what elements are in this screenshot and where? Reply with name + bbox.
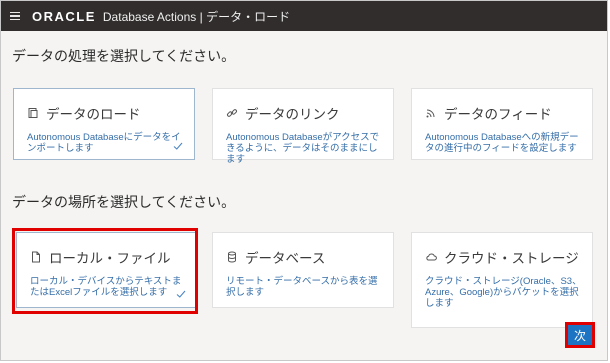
feed-icon: [425, 107, 437, 119]
card-description: Autonomous Databaseにデータをインポートします: [27, 132, 181, 154]
card-cloud-storage[interactable]: クラウド・ストレージ クラウド・ストレージ(Oracle、S3、Azure、Go…: [411, 232, 593, 328]
card-description: クラウド・ストレージ(Oracle、S3、Azure、Google)からバケット…: [425, 276, 582, 309]
card-data-link[interactable]: データのリンク Autonomous Databaseがアクセスできるように、デ…: [212, 88, 394, 165]
section-heading-location: データの場所を選択してください。: [12, 194, 236, 210]
check-icon: [173, 142, 183, 150]
app-title: Database Actions | データ・ロード: [102, 9, 291, 24]
top-bar: ORACLE Database Actions | データ・ロード: [1, 1, 607, 31]
card-description: Autonomous Databaseへの新規データの進行中のフィードを設定しま…: [425, 132, 579, 154]
card-data-feed[interactable]: データのフィード Autonomous Databaseへの新規データの進行中の…: [411, 88, 593, 160]
highlight-box: [12, 228, 198, 314]
database-icon: [226, 251, 238, 263]
card-description: リモート・データベースから表を選択します: [226, 276, 378, 298]
card-title: データのロード: [46, 107, 141, 122]
oracle-logo: ORACLE: [32, 8, 96, 24]
card-title: クラウド・ストレージ: [444, 251, 579, 266]
section-heading-process: データの処理を選択してください。: [12, 48, 236, 64]
card-description: Autonomous Databaseがアクセスできるように、データはそのままに…: [226, 132, 380, 165]
cloud-icon: [425, 251, 437, 263]
card-data-load[interactable]: データのロード Autonomous Databaseにデータをインポートします: [13, 88, 195, 160]
card-title: データのフィード: [444, 107, 552, 122]
link-icon: [226, 107, 238, 119]
next-button[interactable]: 次: [568, 325, 592, 345]
card-database[interactable]: データベース リモート・データベースから表を選択します: [212, 232, 394, 308]
main-content: データの処理を選択してください。 データのロード Autonomous Data…: [1, 31, 607, 360]
load-icon: [27, 107, 39, 119]
card-title: データベース: [245, 251, 326, 266]
card-title: データのリンク: [245, 107, 340, 122]
hamburger-menu-icon[interactable]: [10, 11, 20, 21]
